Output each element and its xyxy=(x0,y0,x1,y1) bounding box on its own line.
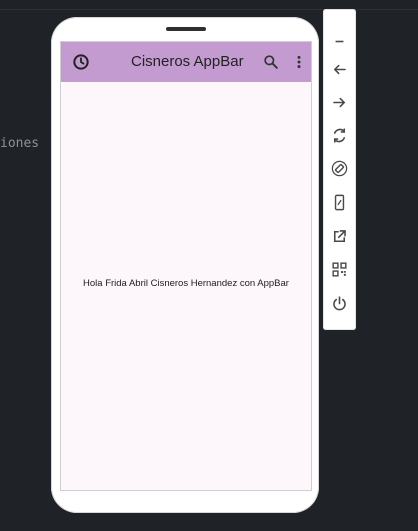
app-bar: Cisneros AppBar xyxy=(61,42,311,82)
app-bar-title: Cisneros AppBar xyxy=(131,53,244,70)
back-icon[interactable] xyxy=(330,60,349,79)
emulator-toolbar xyxy=(323,9,356,330)
search-icon[interactable] xyxy=(261,52,281,72)
app-screen: Cisneros AppBar Hola Frida Abril Cisnero… xyxy=(60,41,312,491)
minimize-icon[interactable] xyxy=(330,32,349,51)
rotate-icon[interactable] xyxy=(330,126,349,145)
qr-code-icon[interactable] xyxy=(330,260,349,279)
rotate-screen-icon[interactable] xyxy=(330,159,349,178)
editor-text-fragment: iones xyxy=(0,136,40,151)
open-external-icon[interactable] xyxy=(330,227,349,246)
history-icon[interactable] xyxy=(71,52,91,72)
emulator-device-frame: Cisneros AppBar Hola Frida Abril Cisnero… xyxy=(51,17,319,513)
fold-icon[interactable] xyxy=(330,193,349,212)
power-icon[interactable] xyxy=(330,294,349,313)
more-vert-icon[interactable] xyxy=(289,52,309,72)
forward-icon[interactable] xyxy=(330,93,349,112)
device-speaker xyxy=(166,27,206,31)
greeting-text: Hola Frida Abril Cisneros Hernandez con … xyxy=(83,278,289,289)
